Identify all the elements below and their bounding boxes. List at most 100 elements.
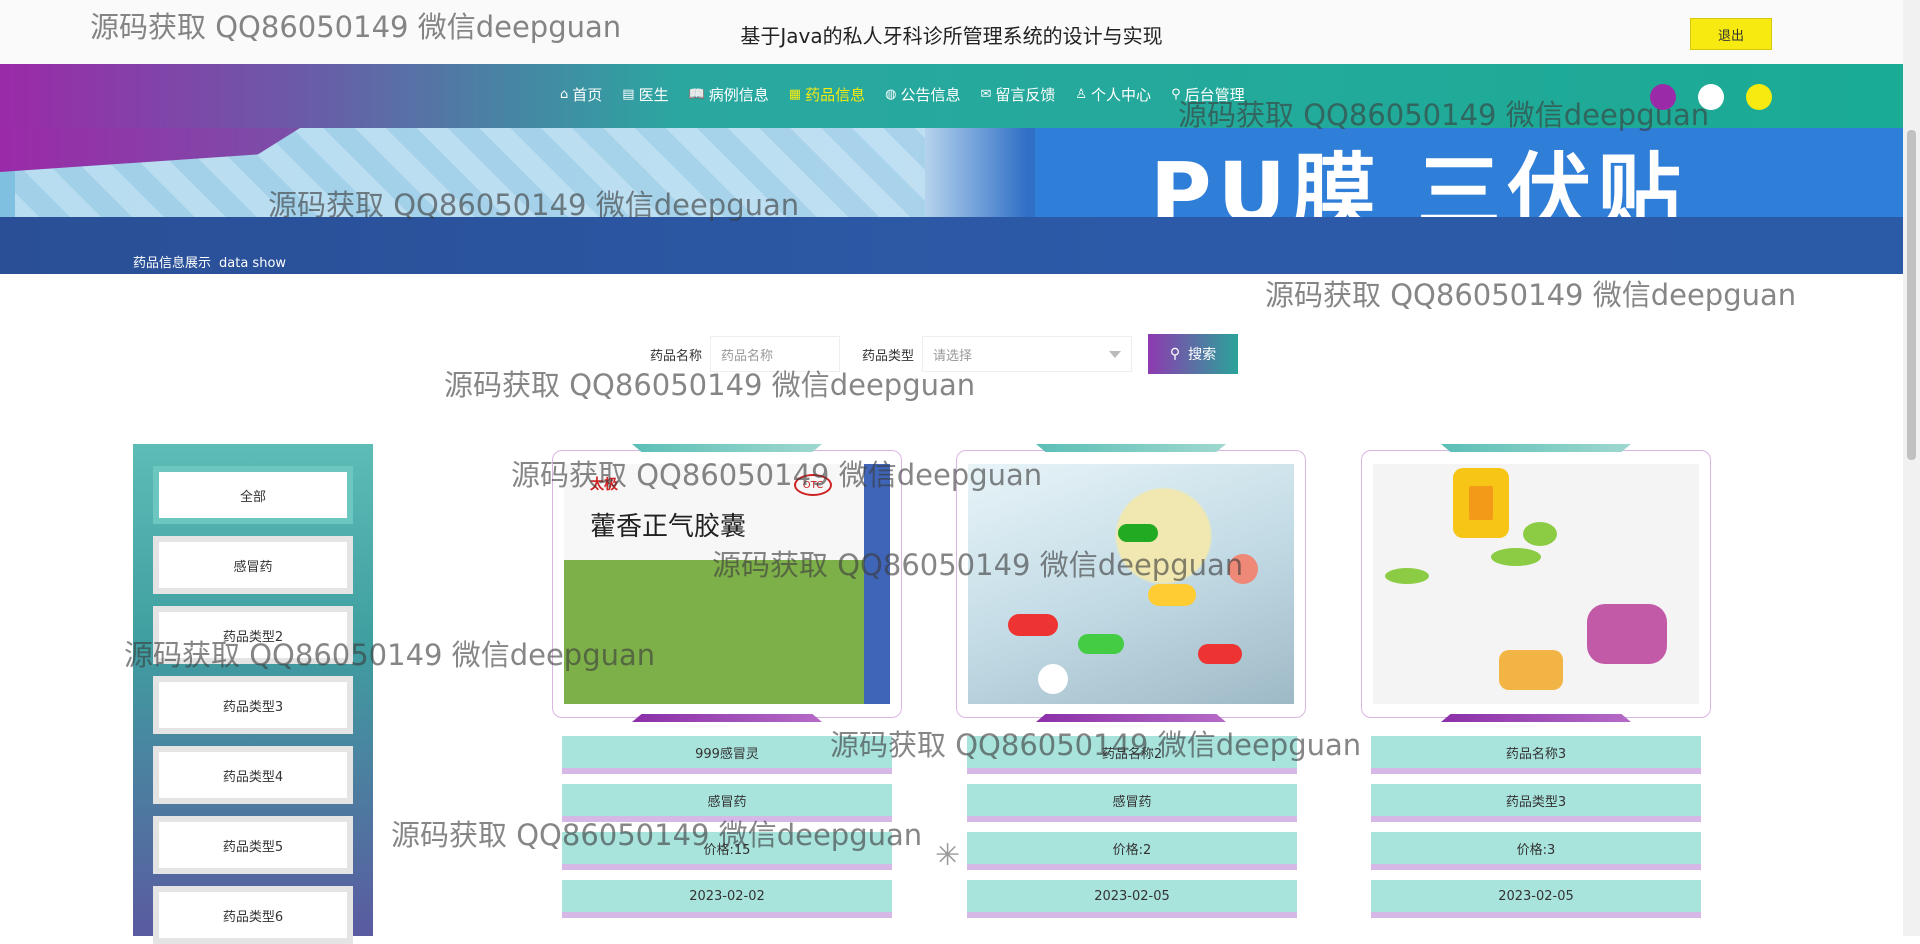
category-all[interactable]: 全部 <box>153 466 353 524</box>
product-name: 药品名称3 <box>1371 736 1701 774</box>
pill-shape <box>1118 524 1158 542</box>
globe-icon: ◍ <box>885 87 897 102</box>
pill-shape <box>1078 634 1124 654</box>
chevron-down-icon <box>1109 350 1122 358</box>
pill-shape <box>1038 664 1068 694</box>
theme-dot-purple[interactable] <box>1650 84 1676 110</box>
medicine-name-label: 药品名称 <box>650 348 703 364</box>
product-image <box>968 464 1294 704</box>
admin-icon: ⚲ <box>1171 87 1181 102</box>
product-price: 价格:15 <box>562 832 892 870</box>
card-top-accent <box>1441 444 1631 452</box>
section-title-text: 药品信息展示 <box>133 256 212 271</box>
banner-text: PU膜 三伏贴 <box>1150 144 1688 217</box>
user-icon: ♙ <box>1075 87 1088 102</box>
pill-shape <box>1228 554 1258 584</box>
category-item[interactable]: 药品类型4 <box>153 746 353 804</box>
medicine-name-input[interactable]: 药品名称 <box>710 336 841 372</box>
card-bottom-accent <box>1036 714 1226 722</box>
category-item[interactable]: 药品类型6 <box>153 886 353 944</box>
doctor-icon: ▤ <box>622 87 635 102</box>
medicine-icon: ▦ <box>788 87 802 102</box>
category-label: 药品类型4 <box>159 752 347 798</box>
card-bottom-accent <box>1441 714 1631 722</box>
card-top-accent <box>1036 444 1226 452</box>
product-date: 2023-02-02 <box>562 880 892 918</box>
pill-shape <box>1198 644 1242 664</box>
search-icon: ⚲ <box>1169 346 1181 362</box>
category-label: 药品类型2 <box>159 612 347 658</box>
image-brand-text: 太极 <box>590 477 618 493</box>
search-button[interactable]: ⚲ 搜索 <box>1148 334 1239 374</box>
nav-item-notices[interactable]: ◍ 公告信息 <box>885 84 960 105</box>
category-item[interactable]: 药品类型5 <box>153 816 353 874</box>
category-item[interactable]: 感冒药 <box>153 536 353 594</box>
scrollbar-thumb[interactable] <box>1907 130 1916 460</box>
watermark-text: 源码获取 QQ86050149 微信deepguan <box>1265 278 1797 312</box>
nav-item-profile[interactable]: ♙ 个人中心 <box>1075 84 1151 105</box>
product-card[interactable] <box>956 444 1306 722</box>
search-form: 药品名称 药品名称 药品类型 请选择 ⚲ 搜索 <box>650 334 1239 374</box>
product-price: 价格:2 <box>967 832 1297 870</box>
product-card[interactable]: 太极 OTC 藿香正气胶囊 <box>552 444 902 722</box>
pill-shape <box>1587 604 1667 664</box>
nav-item-doctor[interactable]: ▤ 医生 <box>622 84 668 105</box>
medicine-type-select[interactable]: 请选择 <box>922 336 1133 372</box>
nav-item-label: 个人中心 <box>1091 86 1152 104</box>
nav-item-label: 公告信息 <box>900 86 961 104</box>
pill-shape <box>1008 614 1058 636</box>
theme-dot-yellow[interactable] <box>1746 84 1772 110</box>
page-scrollbar[interactable] <box>1903 0 1920 936</box>
product-date: 2023-02-05 <box>967 880 1297 918</box>
product-price: 价格:3 <box>1371 832 1701 870</box>
medicine-type-label: 药品类型 <box>862 348 915 364</box>
category-item[interactable]: 药品类型3 <box>153 676 353 734</box>
pill-shape <box>1499 650 1563 690</box>
theme-dot-white[interactable] <box>1698 84 1724 110</box>
product-name: 药品名称2 <box>967 736 1297 774</box>
image-otc-badge: OTC <box>794 474 832 496</box>
category-label: 药品类型3 <box>159 682 347 728</box>
nav-item-home[interactable]: ⌂ 首页 <box>560 84 602 105</box>
category-label: 感冒药 <box>159 542 347 588</box>
theme-switcher <box>1650 84 1772 110</box>
book-icon: 📖 <box>688 87 705 102</box>
nav-item-label: 药品信息 <box>805 86 866 104</box>
category-item[interactable]: 药品类型2 <box>153 606 353 664</box>
pill-shape <box>1491 548 1541 566</box>
nav-item-feedback[interactable]: ✉ 留言反馈 <box>980 84 1055 105</box>
logout-button[interactable]: 退出 <box>1690 18 1772 50</box>
loading-spinner-icon: ✳ <box>935 838 961 873</box>
nav-item-label: 首页 <box>572 86 603 104</box>
pill-shape <box>1385 568 1429 584</box>
product-type: 感冒药 <box>967 784 1297 822</box>
card-top-accent <box>632 444 822 452</box>
select-placeholder: 请选择 <box>933 348 973 364</box>
product-type: 药品类型3 <box>1371 784 1701 822</box>
search-button-label: 搜索 <box>1188 347 1217 363</box>
product-name: 999感冒灵 <box>562 736 892 774</box>
pill-shape <box>1148 584 1196 606</box>
nav-item-label: 后台管理 <box>1184 86 1245 104</box>
nav-item-admin[interactable]: ⚲ 后台管理 <box>1171 84 1245 105</box>
site-title: 基于Java的私人牙科诊所管理系统的设计与实现 <box>740 24 1163 48</box>
mail-icon: ✉ <box>980 87 992 102</box>
pill-shape <box>1523 522 1557 546</box>
home-icon: ⌂ <box>560 87 569 102</box>
nav-menu: ⌂ 首页 ▤ 医生 📖 病例信息 ▦ 药品信息 ◍ 公告信息 ✉ 留言反馈 ♙ 个人中心 ⚲ 后… <box>560 84 1265 105</box>
nav-item-label: 病例信息 <box>708 86 769 104</box>
image-box-side <box>864 464 890 704</box>
nav-item-medicine[interactable]: ▦ 药品信息 <box>789 84 865 105</box>
nav-item-cases[interactable]: 📖 病例信息 <box>689 84 769 105</box>
product-card[interactable] <box>1361 444 1711 722</box>
product-image <box>1373 464 1699 704</box>
section-title: 药品信息展示 data show <box>133 252 286 271</box>
category-label: 全部 <box>159 472 347 518</box>
category-label: 药品类型5 <box>159 822 347 868</box>
card-bottom-accent <box>632 714 822 722</box>
nav-item-label: 医生 <box>638 86 669 104</box>
product-date: 2023-02-05 <box>1371 880 1701 918</box>
product-image: 太极 OTC 藿香正气胶囊 <box>564 464 890 704</box>
top-header: 基于Java的私人牙科诊所管理系统的设计与实现 退出 <box>0 0 1903 64</box>
section-subtitle: data show <box>219 256 287 271</box>
